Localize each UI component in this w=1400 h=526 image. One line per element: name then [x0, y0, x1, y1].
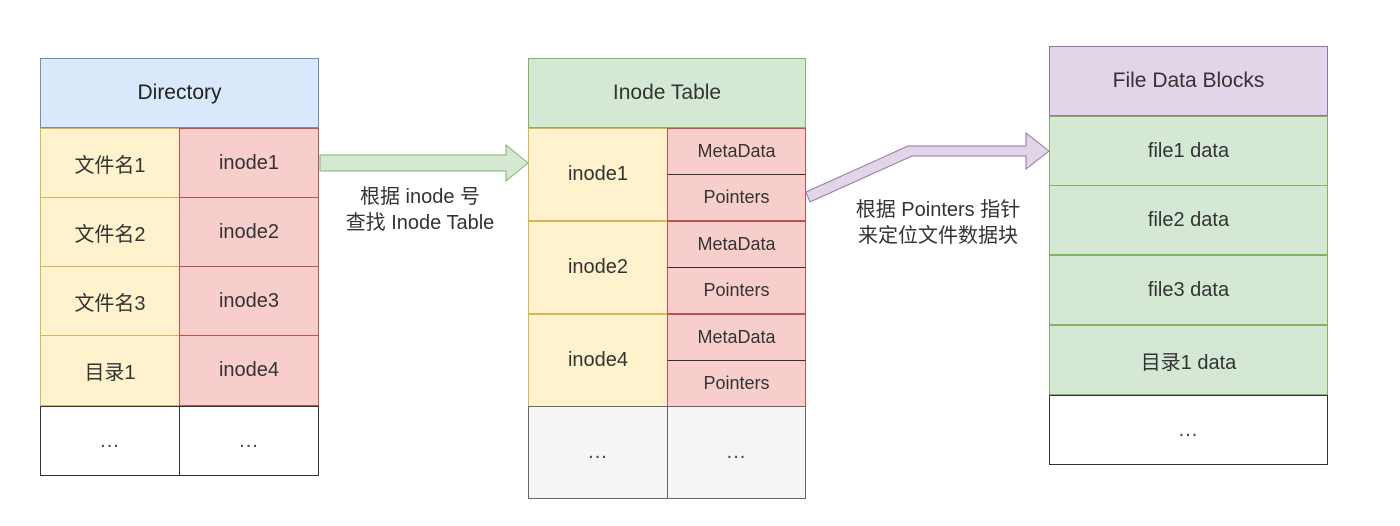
arrow1-label: 根据 inode 号 查找 Inode Table	[320, 184, 520, 236]
arrow1-label-line2: 查找 Inode Table	[345, 212, 495, 234]
arrow2-label: 根据 Pointers 指针 来定位文件数据块	[830, 197, 1046, 249]
arrow2-label-line1: 根据 Pointers 指针	[855, 199, 1021, 221]
arrow1-label-line1: 根据 inode 号	[359, 186, 481, 208]
arrow-directory-to-inode-table	[319, 143, 529, 183]
arrows-layer	[319, 131, 1050, 203]
arrow-pointers-to-data-blocks	[805, 131, 1050, 203]
arrow2-label-line2: 来定位文件数据块	[858, 225, 1018, 247]
